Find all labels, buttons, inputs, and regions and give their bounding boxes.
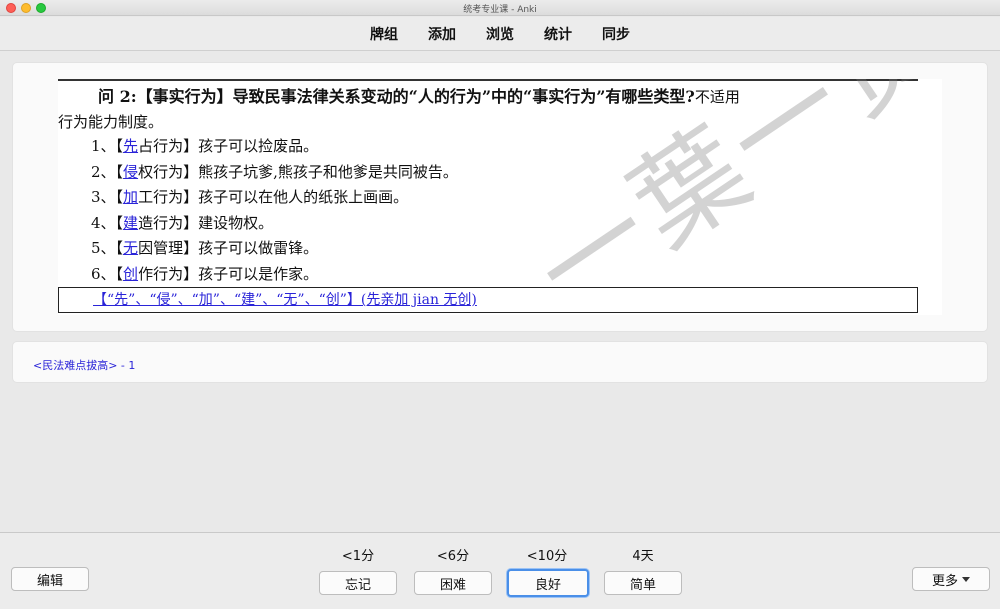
edit-button[interactable]: 编辑 — [11, 567, 89, 591]
list-item: 4、【建造行为】建设物权。 — [91, 213, 274, 232]
good-button[interactable]: 良好 — [507, 569, 589, 597]
mnemonic-link[interactable]: 【“先”、“侵”、“加”、“建”、“无”、“创”】(先亲加 jian 无创) — [93, 292, 477, 308]
nav-decks[interactable]: 牌组 — [370, 24, 398, 44]
answer-bar: 编辑 <1分 忘记 <6分 困难 <10分 良好 4天 简单 更多 — [0, 532, 1000, 609]
card-divider — [58, 79, 918, 81]
list-item: 1、【先占行为】孩子可以捡废品。 — [91, 137, 319, 155]
card-image: 问 2:【事实行为】导致民事法律关系变动的“人的行为”中的“事实行为”有哪些类型… — [58, 79, 942, 315]
card-panel: 问 2:【事实行为】导致民事法律关系变动的“人的行为”中的“事实行为”有哪些类型… — [12, 62, 988, 332]
list-item: 2、【侵权行为】熊孩子坑爹,熊孩子和他爹是共同被告。 — [91, 162, 458, 181]
interval-hard: <6分 — [436, 549, 470, 564]
question-continuation: 行为能力制度。 — [58, 113, 164, 131]
interval-good: <10分 — [526, 549, 568, 564]
interval-again: <1分 — [341, 549, 375, 564]
hard-button[interactable]: 困难 — [414, 571, 492, 595]
nav-browse[interactable]: 浏览 — [486, 24, 514, 44]
nav-stats[interactable]: 统计 — [544, 24, 572, 44]
watermark: 一葉一贤 — [512, 79, 942, 315]
mnemonic-box: 【“先”、“侵”、“加”、“建”、“无”、“创”】(先亲加 jian 无创) — [58, 287, 918, 313]
interval-easy: 4天 — [632, 549, 654, 564]
top-nav: 牌组 添加 浏览 统计 同步 — [0, 17, 1000, 51]
nav-add[interactable]: 添加 — [428, 24, 456, 44]
again-button[interactable]: 忘记 — [319, 571, 397, 595]
list-item: 5、【无因管理】孩子可以做雷锋。 — [91, 239, 319, 257]
question-note: 不适用 — [694, 88, 740, 106]
card-question: 问 2:【事实行为】导致民事法律关系变动的“人的行为”中的“事实行为”有哪些类型… — [98, 85, 928, 109]
more-button[interactable]: 更多 — [912, 567, 990, 591]
answer-list: 1、【先占行为】孩子可以捡废品。 2、【侵权行为】熊孩子坑爹,熊孩子和他爹是共同… — [91, 134, 458, 287]
more-label: 更多 — [931, 573, 958, 589]
list-item: 6、【创作行为】孩子可以是作家。 — [91, 264, 319, 283]
deck-info-panel: <民法难点拔高> - 1 — [12, 341, 988, 383]
nav-sync[interactable]: 同步 — [602, 24, 630, 44]
deck-info-link[interactable]: <民法难点拔高> - 1 — [33, 357, 135, 373]
list-item: 3、【加工行为】孩子可以在他人的纸张上画画。 — [91, 188, 409, 206]
title-bar: 统考专业课 - Anki — [0, 0, 1000, 16]
easy-button[interactable]: 简单 — [604, 571, 682, 595]
chevron-down-icon — [962, 576, 970, 582]
window-title: 统考专业课 - Anki — [463, 5, 537, 15]
question-title: 问 2:【事实行为】导致民事法律关系变动的“人的行为”中的“事实行为”有哪些类型… — [98, 87, 695, 106]
